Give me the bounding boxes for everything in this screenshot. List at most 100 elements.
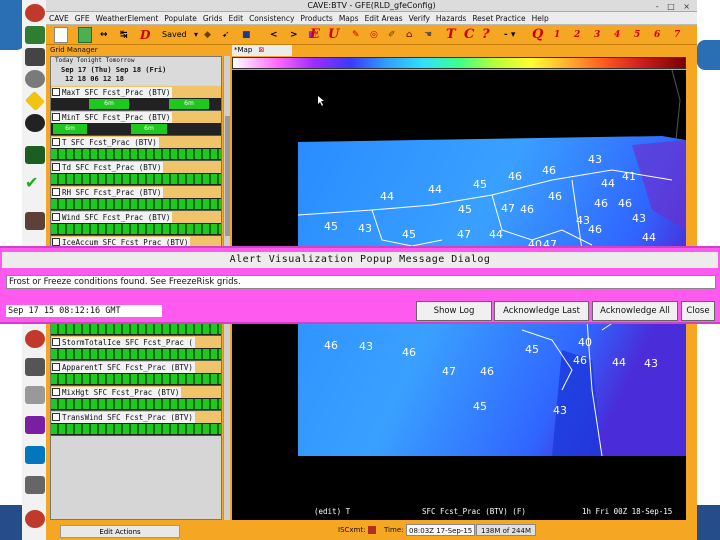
green-app-icon[interactable]: [25, 26, 45, 44]
acknowledge-last-button[interactable]: Acknowledge Last: [494, 301, 589, 321]
scrollbar-thumb[interactable]: [225, 116, 230, 236]
grid-row-label[interactable]: MaxT SFC Fcst_Prac (BTV): [52, 87, 173, 98]
dash-menu-icon[interactable]: - ▾: [504, 27, 515, 43]
map-icon[interactable]: [25, 146, 45, 164]
grid-row-label[interactable]: ApparentT SFC Fcst_Prac (BTV): [52, 362, 195, 373]
grid-timeline[interactable]: [51, 323, 221, 335]
window-titlebar[interactable]: CAVE:BTV - GFE(RLD_gfeConfig) - □ ×: [46, 0, 697, 12]
grid-row-label[interactable]: MinT SFC Fcst_Prac (BTV): [52, 112, 173, 123]
grid-timeline[interactable]: [51, 148, 221, 160]
menu-item-edit[interactable]: Edit: [226, 12, 247, 25]
grid-block[interactable]: 6m: [169, 99, 209, 109]
delta-tool-button[interactable]: D: [140, 27, 150, 43]
grid-timeline[interactable]: [51, 373, 221, 385]
menu-item-consistency[interactable]: Consistency: [246, 12, 297, 25]
checkmark-icon[interactable]: ✔: [25, 174, 45, 192]
close-icon[interactable]: ⊠: [259, 46, 265, 54]
terminal-icon[interactable]: [25, 48, 45, 66]
grid-hourly-blocks[interactable]: [51, 374, 221, 384]
edit-e-button[interactable]: E: [310, 27, 320, 43]
menu-item-populate[interactable]: Populate: [161, 12, 200, 25]
grid-hourly-blocks[interactable]: [51, 349, 221, 359]
num-2-button[interactable]: 2: [574, 27, 580, 43]
diamond-icon[interactable]: ◆: [204, 27, 211, 43]
menu-item-maps[interactable]: Maps: [336, 12, 362, 25]
grid-row-label[interactable]: Wind SFC Fcst_Prac (BTV): [52, 212, 173, 223]
saved-status[interactable]: Saved: [162, 27, 187, 43]
eye-icon[interactable]: [25, 114, 45, 132]
grid-hourly-blocks[interactable]: [51, 424, 221, 434]
chevron-down-icon[interactable]: ▾: [194, 27, 198, 43]
grid-manager-tab[interactable]: Grid Manager: [50, 45, 230, 56]
grid-row[interactable]: ApparentT SFC Fcst_Prac (BTV): [51, 361, 221, 386]
grid-timeline[interactable]: [51, 223, 221, 235]
grid-timeline[interactable]: [51, 173, 221, 185]
grid-row[interactable]: T SFC Fcst_Prac (BTV): [51, 136, 221, 161]
num-1-button[interactable]: 1: [554, 27, 560, 43]
next-button[interactable]: >: [290, 27, 298, 43]
menu-item-hazards[interactable]: Hazards: [433, 12, 469, 25]
grid-row-label[interactable]: Td SFC Fcst_Prac (BTV): [52, 162, 164, 173]
target-icon[interactable]: ◎: [370, 27, 378, 43]
menu-item-help[interactable]: Help: [529, 12, 552, 25]
dialog-title[interactable]: Alert Visualization Popup Message Dialog: [2, 252, 718, 268]
red-circle-bottom-icon[interactable]: [25, 510, 45, 528]
purple-app-icon[interactable]: [25, 416, 45, 434]
move-tool-icon[interactable]: [54, 27, 68, 43]
grid-row-label[interactable]: StormTotalIce SFC Fcst_Prac (: [52, 337, 195, 348]
menu-item-grids[interactable]: Grids: [200, 12, 226, 25]
grid-hourly-blocks[interactable]: [51, 324, 221, 334]
num-6-button[interactable]: 6: [654, 27, 660, 43]
grid-hourly-blocks[interactable]: [51, 399, 221, 409]
settings-icon[interactable]: [25, 476, 45, 494]
grid-row[interactable]: MixHgt SFC Fcst_Prac (BTV): [51, 386, 221, 411]
grid-timeline[interactable]: [51, 398, 221, 410]
red-circle-icon[interactable]: [25, 330, 45, 348]
red-logo-icon[interactable]: [25, 4, 45, 22]
grid-row[interactable]: TransWind SFC Fcst_Prac (BTV): [51, 411, 221, 436]
c-button[interactable]: C: [464, 27, 474, 43]
grid-row-label[interactable]: T SFC Fcst_Prac (BTV): [52, 137, 159, 148]
document-icon[interactable]: [25, 386, 45, 404]
brush-icon[interactable]: ✐: [388, 27, 396, 43]
num-5-button[interactable]: 5: [634, 27, 640, 43]
grid-hourly-blocks[interactable]: [51, 149, 221, 159]
t-button[interactable]: T: [446, 27, 456, 43]
menu-item-gfe[interactable]: GFE: [72, 12, 93, 25]
warning-sign-icon[interactable]: [24, 90, 46, 112]
grid-block[interactable]: 6m: [131, 124, 167, 134]
edit-actions-button[interactable]: Edit Actions: [60, 525, 180, 538]
menu-item-products[interactable]: Products: [297, 12, 335, 25]
grid-row[interactable]: MaxT SFC Fcst_Prac (BTV) 6m 6m: [51, 86, 221, 111]
menu-item-edit-areas[interactable]: Edit Areas: [362, 12, 406, 25]
help-button[interactable]: ?: [482, 27, 490, 43]
grid-timeline[interactable]: 6m 6m: [51, 123, 221, 135]
show-log-button[interactable]: Show Log: [416, 301, 492, 321]
grid-block[interactable]: 6m: [53, 124, 87, 134]
num-7-button[interactable]: 7: [674, 27, 680, 43]
q-button[interactable]: Q: [532, 27, 543, 43]
previous-button[interactable]: <: [270, 27, 278, 43]
grid-row-label[interactable]: MixHgt SFC Fcst_Prac (BTV): [52, 387, 182, 398]
grid-row[interactable]: Td SFC Fcst_Prac (BTV): [51, 161, 221, 186]
grid-row[interactable]: Wind SFC Fcst_Prac (BTV): [51, 211, 221, 236]
grid-hourly-blocks[interactable]: [51, 199, 221, 209]
grid-timeline[interactable]: 6m 6m: [51, 98, 221, 110]
grid-row-label[interactable]: RH SFC Fcst_Prac (BTV): [52, 187, 164, 198]
pointer-icon[interactable]: ➹: [222, 27, 230, 43]
sample-tool-icon[interactable]: [78, 27, 92, 43]
color-scale-bar[interactable]: [232, 57, 686, 69]
pan-arrows-icon[interactable]: ↹: [120, 27, 128, 43]
menu-item-verify[interactable]: Verify: [406, 12, 433, 25]
grid-timeline[interactable]: [51, 423, 221, 435]
grid-row[interactable]: MinT SFC Fcst_Prac (BTV) 6m 6m: [51, 111, 221, 136]
edit-u-button[interactable]: U: [328, 27, 339, 43]
blue-app-icon[interactable]: [25, 446, 45, 464]
memory-indicator[interactable]: 138M of 244M: [476, 524, 536, 536]
pan-horizontal-icon[interactable]: ↔: [100, 27, 108, 43]
grid-row-label[interactable]: TransWind SFC Fcst_Prac (BTV): [52, 412, 195, 423]
grid-hourly-blocks[interactable]: [51, 224, 221, 234]
map-tab[interactable]: *Map ⊠: [232, 45, 292, 56]
gear-icon[interactable]: [25, 70, 45, 88]
num-4-button[interactable]: 4: [614, 27, 620, 43]
